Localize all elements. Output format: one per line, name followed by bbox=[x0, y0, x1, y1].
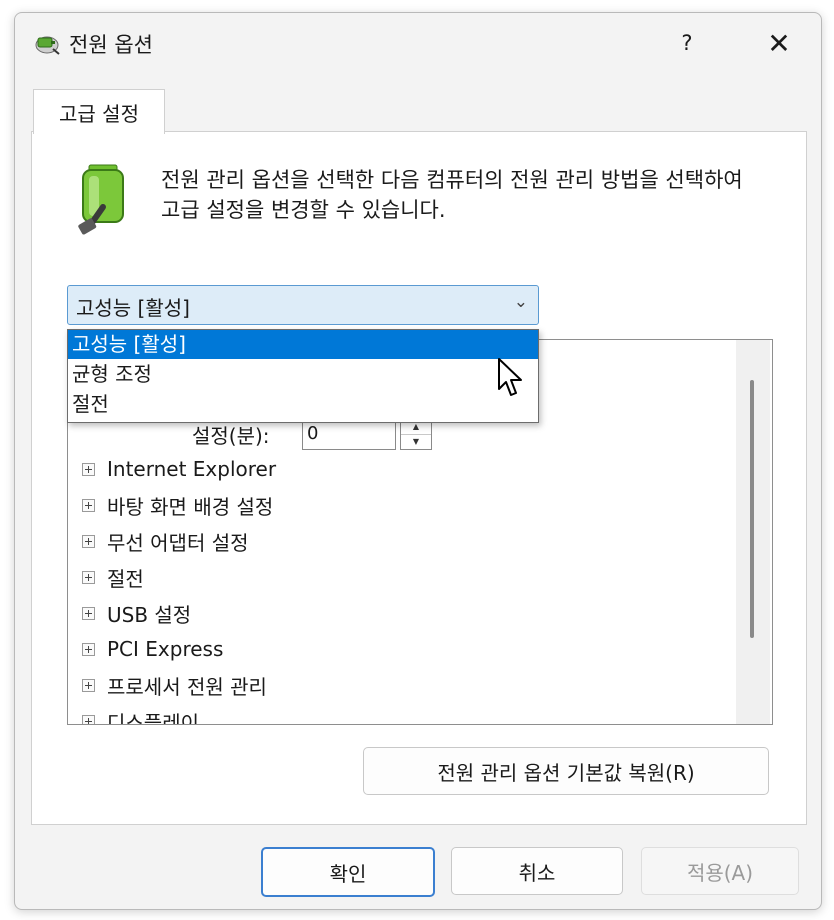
tree-item-sleep[interactable]: 절전 bbox=[82, 562, 144, 592]
mouse-cursor-icon bbox=[498, 358, 522, 396]
spin-down-icon[interactable]: ▼ bbox=[401, 434, 431, 449]
tree-item-label: PCI Express bbox=[107, 637, 224, 661]
tree-item-label: 프로세서 전원 관리 bbox=[107, 674, 267, 699]
tree-item-label: Internet Explorer bbox=[107, 457, 277, 481]
tree-item-usb-settings[interactable]: USB 설정 bbox=[82, 598, 191, 628]
tree-item-label: 무선 어댑터 설정 bbox=[107, 530, 249, 555]
tree-item-label: 절전 bbox=[107, 566, 144, 591]
power-options-dialog: 전원 옵션 ? ✕ 고급 설정 전원 관리 옵션을 선택한 다음 컴퓨터의 전원… bbox=[14, 12, 822, 910]
ok-button[interactable]: 확인 bbox=[261, 847, 435, 897]
expand-icon[interactable] bbox=[82, 534, 95, 548]
close-button[interactable]: ✕ bbox=[757, 23, 801, 63]
power-plan-select-value: 고성능 [활성] bbox=[76, 296, 190, 320]
expand-icon[interactable] bbox=[82, 606, 95, 620]
dropdown-option-high-performance[interactable]: 고성능 [활성] bbox=[68, 330, 538, 359]
apply-button[interactable]: 적용(A) bbox=[641, 847, 799, 895]
expand-icon[interactable] bbox=[82, 570, 95, 584]
chevron-down-icon[interactable]: ⌄ bbox=[514, 292, 528, 312]
title-bar: 전원 옵션 ? ✕ bbox=[15, 13, 821, 73]
power-plan-select[interactable]: 고성능 [활성] ⌄ bbox=[67, 285, 539, 325]
expand-icon[interactable] bbox=[82, 678, 95, 692]
expand-icon[interactable] bbox=[82, 462, 95, 476]
tree-item-desktop-background[interactable]: 바탕 화면 배경 설정 bbox=[82, 490, 273, 520]
tree-item-processor-power[interactable]: 프로세서 전원 관리 bbox=[82, 670, 267, 700]
restore-defaults-button[interactable]: 전원 관리 옵션 기본값 복원(R) bbox=[363, 747, 769, 795]
expand-icon[interactable] bbox=[82, 498, 95, 512]
tree-item-pci-express[interactable]: PCI Express bbox=[82, 634, 223, 664]
scrollbar-thumb[interactable] bbox=[750, 380, 754, 638]
cancel-button[interactable]: 취소 bbox=[451, 847, 623, 895]
tree-item-display[interactable]: 디스플레이 bbox=[82, 706, 199, 725]
tab-advanced-settings[interactable]: 고급 설정 bbox=[33, 89, 165, 134]
setting-minutes-label: 설정(분): bbox=[192, 424, 270, 448]
help-button[interactable]: ? bbox=[665, 23, 709, 63]
dropdown-option-balanced[interactable]: 균형 조정 bbox=[68, 360, 538, 389]
expand-icon[interactable] bbox=[82, 642, 95, 656]
description-text: 전원 관리 옵션을 선택한 다음 컴퓨터의 전원 관리 방법을 선택하여 고급 … bbox=[161, 168, 743, 222]
window-title: 전원 옵션 bbox=[69, 33, 153, 57]
tree-item-label: USB 설정 bbox=[107, 602, 192, 627]
power-plan-dropdown-list: 고성능 [활성] 균형 조정 절전 bbox=[67, 329, 539, 423]
tree-item-label: 디스플레이 bbox=[107, 710, 199, 725]
battery-plug-icon bbox=[78, 164, 124, 235]
dropdown-option-power-saver[interactable]: 절전 bbox=[68, 390, 538, 419]
tree-item-label: 바탕 화면 배경 설정 bbox=[107, 494, 274, 519]
expand-icon[interactable] bbox=[82, 714, 95, 724]
tree-item-internet-explorer[interactable]: Internet Explorer bbox=[82, 454, 276, 484]
power-options-icon bbox=[35, 36, 60, 55]
tree-item-wireless-adapter[interactable]: 무선 어댑터 설정 bbox=[82, 526, 249, 556]
